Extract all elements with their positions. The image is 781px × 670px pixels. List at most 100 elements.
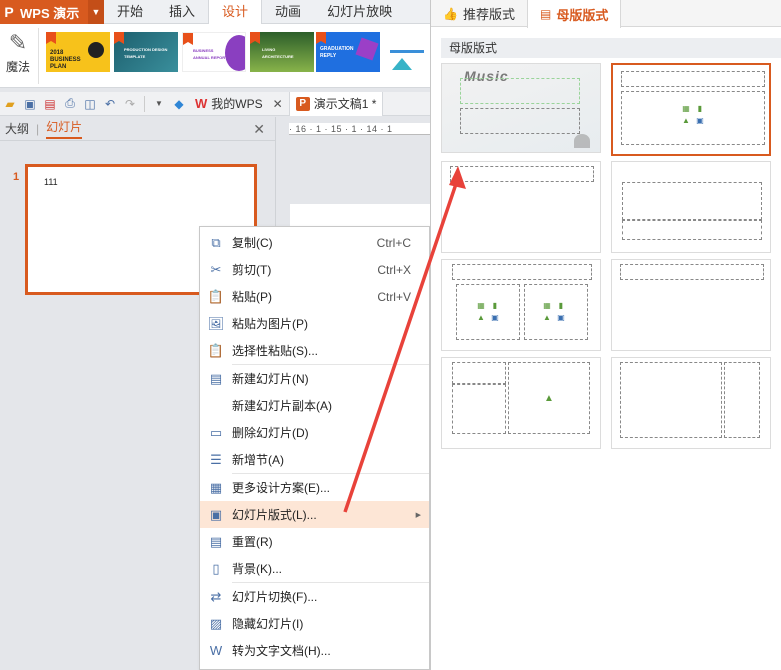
layout-content-caption[interactable]: ▲ bbox=[441, 357, 601, 449]
menu-item-shortcut: Ctrl+X bbox=[377, 262, 411, 277]
menu-item-label: 转为文字文档(H)... bbox=[232, 644, 331, 658]
context-menu: ⧉ 复制(C) Ctrl+C ✂ 剪切(T) Ctrl+X 📋 粘贴(P) Ctrl+V 🖼 粘贴为… bbox=[199, 226, 430, 670]
tab-master-layouts[interactable]: ▤ 母版版式 bbox=[526, 0, 622, 28]
tab-animation[interactable]: 动画 bbox=[262, 0, 314, 24]
template-thumb[interactable] bbox=[384, 32, 430, 72]
gallery-tab-bar: 👍 推荐版式 ▤ 母版版式 bbox=[431, 0, 781, 28]
tab-home[interactable]: 开始 bbox=[104, 0, 156, 24]
layout-title-content[interactable]: ▦ ▮ ▲ ▣ bbox=[611, 63, 771, 156]
chevron-down-icon: ▼ bbox=[88, 0, 104, 24]
ribbon-divider bbox=[38, 28, 39, 84]
horizontal-ruler: · 16 · 1 · 15 · 1 · 14 · 1 bbox=[289, 123, 430, 135]
menu-item-convert-doc[interactable]: W 转为文字文档(H)... bbox=[200, 637, 429, 664]
tab-insert[interactable]: 插入 bbox=[156, 0, 208, 24]
tab-my-wps[interactable]: W 我的WPS ✕ bbox=[189, 92, 289, 116]
quick-access-toolbar: ▰ ▣ ▤ ⎙ ◫ ↶ ↷ ▼ ◆ W 我的WPS ✕ P 演示文稿1 * bbox=[0, 91, 430, 116]
magic-label: 魔法 bbox=[5, 60, 30, 74]
section-title: 母版版式 bbox=[441, 38, 781, 58]
menu-item-duplicate-slide[interactable]: 新建幻灯片副本(A) bbox=[200, 392, 429, 419]
cube-icon[interactable]: ◆ bbox=[169, 94, 189, 114]
thumbs-up-icon: 👍 bbox=[443, 6, 458, 21]
tab-slides[interactable]: 幻灯片 bbox=[46, 118, 83, 139]
menu-item-label: 粘贴为图片(P) bbox=[232, 317, 308, 331]
tab-master-label: 母版版式 bbox=[556, 7, 609, 23]
slide-thumbnail-text: 111 bbox=[44, 177, 58, 187]
template-thumb[interactable]: GRADUATION REPLY bbox=[316, 32, 380, 72]
tab-document[interactable]: P 演示文稿1 * bbox=[288, 91, 384, 116]
paste-icon: 📋 bbox=[207, 288, 225, 304]
ribbon-tab-bar: 开始 插入 设计 动画 幻灯片放映 bbox=[104, 0, 430, 25]
menu-item-new-slide[interactable]: ▤ 新建幻灯片(N) bbox=[200, 365, 429, 392]
redo-icon[interactable]: ↷ bbox=[120, 94, 140, 114]
reset-icon: ▤ bbox=[209, 533, 223, 549]
tab-outline[interactable]: 大纲 bbox=[5, 120, 29, 137]
magic-wand-icon: ✎ bbox=[8, 30, 28, 55]
toolbar-divider bbox=[144, 95, 145, 112]
scissors-icon: ✂ bbox=[210, 261, 222, 277]
layout-vertical-title[interactable] bbox=[611, 357, 771, 449]
layout-gallery: 👍 推荐版式 ▤ 母版版式 母版版式 Music ▦ ▮ ▲ ▣ ▦ ▮ ▲ ▣… bbox=[430, 0, 781, 670]
slide-number: 1 bbox=[13, 171, 20, 183]
menu-item-hide-slide[interactable]: ▨ 隐藏幻灯片(I) bbox=[200, 610, 429, 637]
app-menu-button[interactable]: P WPS 演示 ▼ bbox=[0, 0, 104, 24]
paste-special-icon: 📋 bbox=[207, 342, 225, 358]
layout-title-only[interactable] bbox=[441, 161, 601, 253]
menu-item-transition[interactable]: ⇄ 幻灯片切换(F)... bbox=[200, 583, 429, 610]
menu-item-label: 背景(K)... bbox=[232, 562, 282, 576]
menu-item-label: 幻灯片切换(F)... bbox=[232, 590, 318, 604]
app-name: WPS 演示 bbox=[20, 5, 80, 21]
menu-item-layout[interactable]: ▣ 幻灯片版式(L)... ▶ bbox=[200, 501, 429, 528]
magic-button[interactable]: ✎ 魔法 bbox=[2, 30, 34, 84]
template-thumb[interactable]: 2018 BUSINESS PLAN bbox=[46, 32, 110, 72]
close-icon[interactable]: ✕ bbox=[273, 97, 283, 111]
wps-w-icon: W bbox=[195, 96, 208, 111]
template-thumb[interactable]: BUSINESS ANNUAL REPORT bbox=[182, 32, 246, 72]
ribbon-panel: ✎ 魔法 2018 BUSINESS PLAN PRODUCTION DESIG… bbox=[0, 24, 430, 88]
menu-item-reset[interactable]: ▤ 重置(R) bbox=[200, 528, 429, 555]
menu-item-label: 新增节(A) bbox=[232, 453, 284, 467]
presentation-icon: P bbox=[295, 96, 310, 111]
menu-item-design[interactable]: ▦ 更多设计方案(E)... bbox=[200, 474, 429, 501]
layout-icon: ▣ bbox=[209, 506, 223, 522]
tab-design[interactable]: 设计 bbox=[208, 0, 263, 25]
tab-slideshow[interactable]: 幻灯片放映 bbox=[314, 0, 405, 24]
menu-item-label: 新建幻灯片(N) bbox=[232, 372, 309, 386]
menu-item-paste-image[interactable]: 🖼 粘贴为图片(P) bbox=[200, 310, 429, 337]
open-folder-icon[interactable]: ▰ bbox=[0, 94, 20, 114]
menu-item-copy[interactable]: ⧉ 复制(C) Ctrl+C bbox=[200, 229, 429, 256]
content-placeholder-icons: ▦ ▮ ▲ ▣ bbox=[682, 104, 704, 125]
layout-master-preview[interactable]: Music bbox=[441, 63, 601, 153]
menu-item-new-section[interactable]: ☰ 新增节(A) bbox=[200, 446, 429, 473]
new-slide-icon: ▤ bbox=[209, 370, 223, 386]
print-preview-icon[interactable]: ◫ bbox=[80, 94, 100, 114]
menu-item-background[interactable]: ▯ 背景(K)... bbox=[200, 555, 429, 582]
template-title: BUSINESS ANNUAL REPORT bbox=[193, 48, 228, 60]
undo-icon[interactable]: ↶ bbox=[100, 94, 120, 114]
template-title: 2018 BUSINESS PLAN bbox=[50, 50, 81, 70]
menu-item-scissors[interactable]: ✂ 剪切(T) Ctrl+X bbox=[200, 256, 429, 283]
print-icon[interactable]: ⎙ bbox=[60, 94, 80, 114]
delete-slide-icon: ▭ bbox=[209, 424, 223, 440]
template-title: GRADUATION REPLY bbox=[320, 46, 354, 59]
layout-two-content[interactable]: ▦ ▮ ▲ ▣ ▦ ▮ ▲ ▣ bbox=[441, 259, 601, 351]
menu-item-paste[interactable]: 📋 粘贴(P) Ctrl+V bbox=[200, 283, 429, 310]
export-pdf-icon[interactable]: ▤ bbox=[40, 94, 60, 114]
menu-item-label: 新建幻灯片副本(A) bbox=[232, 399, 332, 413]
template-thumb[interactable]: PRODUCTION DESIGN TEMPLATE bbox=[114, 32, 178, 72]
layout-section-header[interactable] bbox=[611, 161, 771, 253]
menu-item-label: 幻灯片版式(L)... bbox=[232, 508, 317, 522]
close-panel-icon[interactable]: ✕ bbox=[253, 121, 265, 138]
layout-title-only-2[interactable] bbox=[611, 259, 771, 351]
convert-doc-icon: W bbox=[209, 643, 223, 658]
bookmark-icon bbox=[316, 32, 326, 44]
bookmark-icon bbox=[183, 33, 193, 45]
template-title: LIVING ARCHITECTURE bbox=[262, 47, 294, 59]
menu-item-label: 重置(R) bbox=[232, 535, 273, 549]
template-thumb[interactable]: LIVING ARCHITECTURE bbox=[250, 32, 314, 72]
dropdown-icon[interactable]: ▼ bbox=[149, 94, 169, 114]
tab-recommended-layouts[interactable]: 👍 推荐版式 bbox=[431, 0, 527, 27]
menu-item-paste-special[interactable]: 📋 选择性粘贴(S)... bbox=[200, 337, 429, 364]
new-section-icon: ☰ bbox=[210, 451, 222, 467]
menu-item-delete-slide[interactable]: ▭ 删除幻灯片(D) bbox=[200, 419, 429, 446]
save-icon[interactable]: ▣ bbox=[20, 94, 40, 114]
